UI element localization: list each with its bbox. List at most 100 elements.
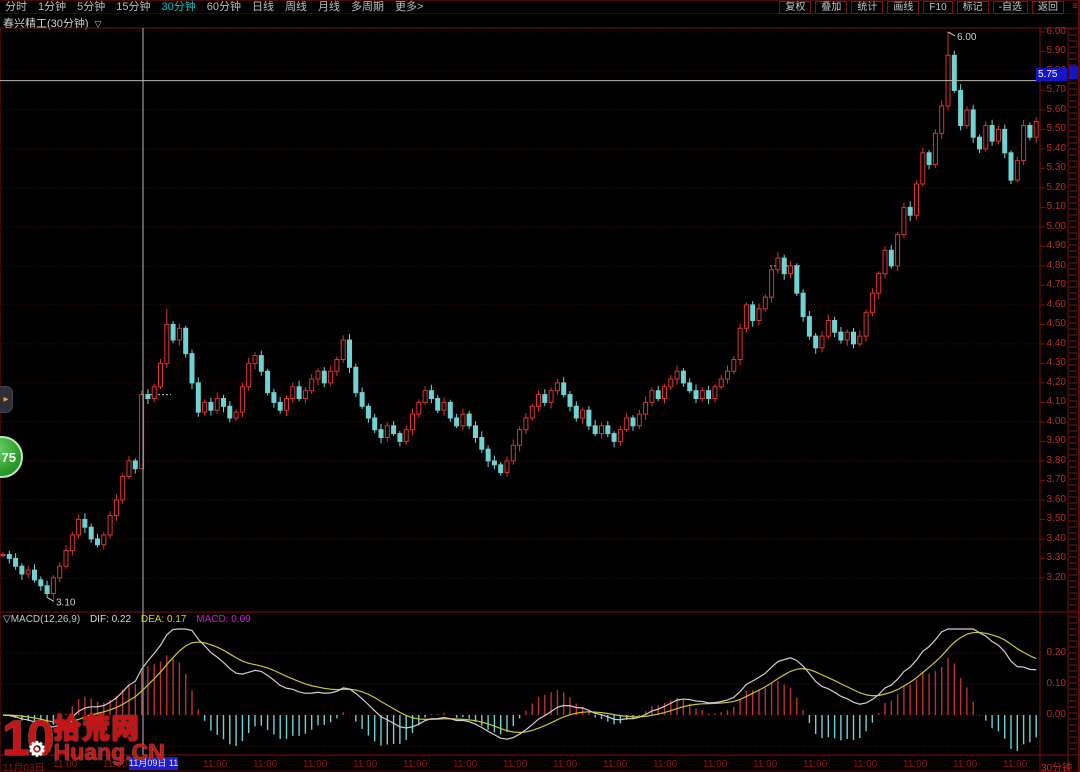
price-annotation: 6.00 [957,32,977,43]
candle-body [265,370,271,394]
side-panel-handle[interactable]: ▸ [0,386,13,413]
candle-body [246,362,252,388]
candle-body [391,425,397,435]
candle-body [32,569,37,581]
candle-body [687,382,693,392]
candle-body [176,327,182,341]
candle-body [101,534,107,546]
candle-body [743,304,749,329]
candle-body [573,405,579,419]
time-label: 11:00 [253,759,278,770]
candle-body [95,538,100,546]
right-strip-price-marker [1069,66,1078,79]
candle-body [227,405,233,419]
time-label: 11:00 [1003,759,1028,770]
candle-body [794,265,800,294]
candle-body [958,89,964,126]
period-corner-label[interactable]: 30分钟 [1041,759,1072,772]
price-label: 5.20 [1046,181,1066,193]
time-label: 11:00 [603,759,628,770]
candle-body [1014,160,1020,181]
price-label: 4.20 [1046,376,1066,388]
price-label: 5.10 [1046,201,1066,213]
candle-body [542,394,548,403]
candle-body [50,577,56,595]
candle-body [756,308,762,321]
time-label: 11:00 [353,759,378,770]
candle-body [895,234,901,267]
candle-body [806,316,812,337]
candle-body [441,401,447,411]
candle-body [832,320,838,333]
candle-body [334,359,340,372]
price-label: 4.40 [1046,337,1066,349]
candle-body [876,273,882,294]
candle-body [788,265,793,275]
candle-body [617,429,623,442]
candle-body [605,425,611,435]
floating-ball-value: 75 [1,450,16,465]
candle-body [699,390,705,400]
candle-body [536,394,541,407]
candle-body [737,327,743,360]
gear-icon: ⚙ [28,739,46,761]
candle-body [466,413,472,427]
candle-body [460,413,466,427]
candle-body [580,409,586,419]
price-label: 4.00 [1046,415,1066,427]
candle-body [126,460,132,477]
candle-body [977,136,982,150]
candle-body [523,417,529,431]
candle-body [202,401,208,413]
candle-body [529,405,535,419]
price-label: 4.50 [1046,318,1066,330]
candle-body [649,390,655,403]
candle-body [706,390,712,400]
trading-app-window: 分时 1分钟 5分钟 15分钟 30分钟 60分钟 日线 周线 月线 多周期 更多> 复权 叠加 统计画… [0,0,1080,772]
candle-body [44,585,50,595]
candle-body [69,534,75,552]
candle-body [107,515,113,536]
candle-body [630,417,636,427]
candle-body [592,425,598,435]
candle-body [825,320,831,337]
time-label: 11:00 [203,759,228,770]
candle-body [353,366,359,394]
candle-body [25,569,31,575]
candle-body [857,335,863,345]
price-label: 3.20 [1046,571,1066,583]
candle-body [1027,125,1033,138]
price-label: 3.30 [1046,552,1066,564]
chart-canvas[interactable]: 6.00 3.10 [0,0,1080,772]
price-label: 4.70 [1046,279,1066,291]
candle-body [491,460,497,466]
price-label: 3.70 [1046,474,1066,486]
price-annotation: 3.10 [56,597,76,608]
price-label: 5.40 [1046,142,1066,154]
candle-body [1002,128,1008,154]
candle-body [869,292,875,314]
candle-body [397,433,403,442]
candle-body [347,339,352,368]
price-label: 5.70 [1046,84,1066,96]
candle-body [271,392,277,403]
candle-body [88,526,94,540]
price-label: 4.10 [1046,396,1066,408]
candle-body [422,390,428,403]
candle-body [964,109,970,127]
candle-body [19,565,25,575]
candle-body [384,425,390,438]
macd-title[interactable]: ▽MACD(12,26,9) [3,614,80,625]
time-label: 11:00 [703,759,728,770]
candle-body [233,411,239,419]
candle-body [725,370,730,380]
candle-body [372,417,378,431]
candle-body [485,448,491,462]
candle-body [1008,152,1014,181]
candle-body [561,382,567,396]
candle-body [403,429,409,442]
price-label: 3.60 [1046,493,1066,505]
candle-body [208,401,214,411]
macd-axis-label: 0.00 [1046,709,1066,720]
price-label: 5.60 [1046,103,1066,115]
